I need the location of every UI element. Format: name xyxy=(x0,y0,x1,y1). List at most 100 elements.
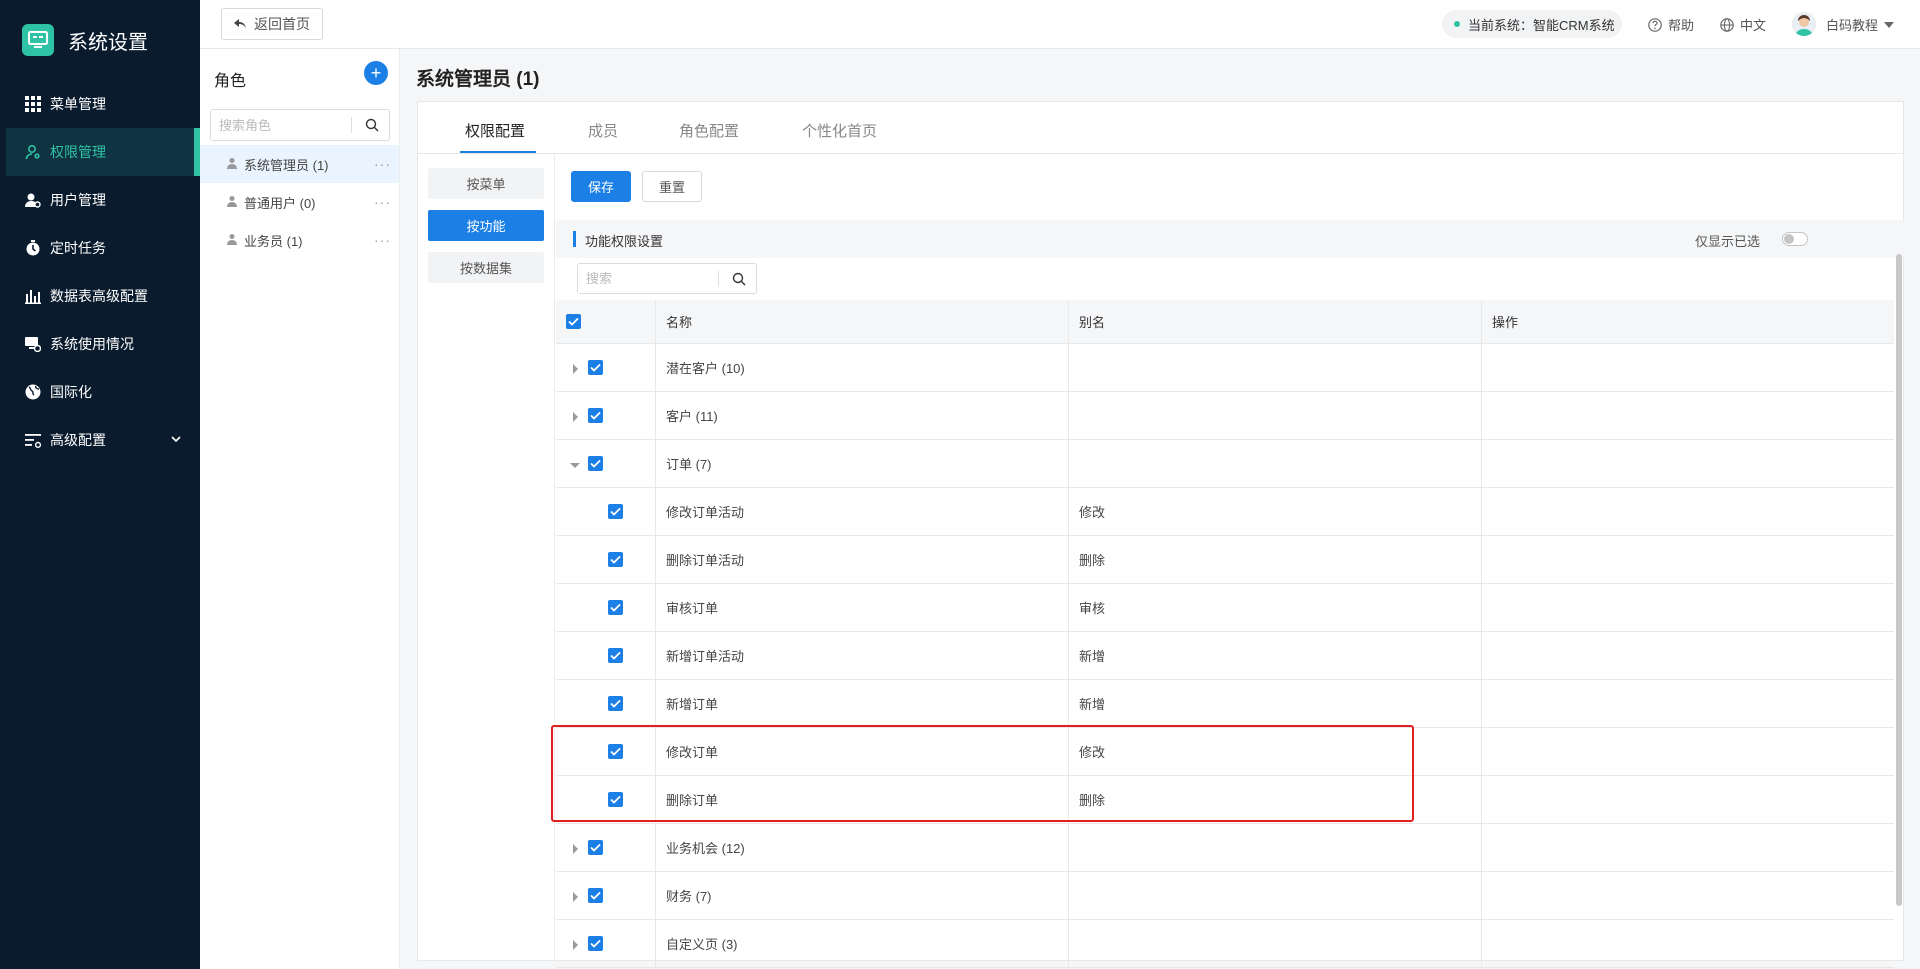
caret-right-icon[interactable] xyxy=(570,890,580,905)
search-icon[interactable] xyxy=(732,272,746,289)
sidebar-item-datatable[interactable]: 数据表高级配置 xyxy=(0,272,200,320)
user-name: 白码教程 xyxy=(1826,18,1879,33)
sidebar-item-advanced[interactable]: 高级配置 xyxy=(0,416,200,464)
column-header-name: 名称 xyxy=(656,300,1069,343)
more-icon[interactable]: ··· xyxy=(374,194,391,210)
tab-personal-home[interactable]: 个性化首页 xyxy=(802,120,877,141)
row-actions xyxy=(1482,824,1894,871)
row-name: 财务 (7) xyxy=(656,872,1069,919)
more-icon[interactable]: ··· xyxy=(374,232,391,248)
row-checkbox[interactable] xyxy=(588,456,603,471)
row-checkbox[interactable] xyxy=(588,936,603,951)
current-system-label: 当前系统：智能CRM系统 xyxy=(1468,17,1615,33)
user-key-icon xyxy=(24,143,42,161)
sidebar-item-usage[interactable]: 系统使用情况 xyxy=(0,320,200,368)
row-alias: 删除 xyxy=(1069,776,1482,823)
row-checkbox[interactable] xyxy=(608,648,623,663)
row-name: 订单 (7) xyxy=(656,440,1069,487)
show-selected-toggle[interactable] xyxy=(1782,232,1808,246)
row-checkbox[interactable] xyxy=(588,360,603,375)
row-select-cell xyxy=(556,680,656,727)
section-title: 功能权限设置 xyxy=(585,234,664,249)
caret-right-icon[interactable] xyxy=(570,842,580,857)
tab-permissions[interactable]: 权限配置 xyxy=(465,120,525,141)
user-menu[interactable]: 白码教程 xyxy=(1826,15,1900,34)
back-home-label: 返回首页 xyxy=(254,16,310,32)
language-switch[interactable]: 中文 xyxy=(1720,15,1766,34)
table-search-input[interactable] xyxy=(578,264,713,293)
role-label: 普通用户 (0) xyxy=(244,195,316,211)
role-item-admin[interactable]: 系统管理员 (1) ··· xyxy=(200,145,399,183)
subnav-by-function[interactable]: 按功能 xyxy=(428,210,544,241)
save-button[interactable]: 保存 xyxy=(571,171,631,202)
sliders-icon xyxy=(24,431,42,449)
row-actions xyxy=(1482,680,1894,727)
help-link[interactable]: 帮助 xyxy=(1648,15,1694,34)
role-label: 系统管理员 (1) xyxy=(244,157,329,173)
sidebar-item-label: 菜单管理 xyxy=(50,96,106,112)
caret-right-icon[interactable] xyxy=(570,362,580,377)
row-select-cell xyxy=(556,392,656,439)
row-select-cell xyxy=(556,872,656,919)
role-item-sales[interactable]: 业务员 (1) ··· xyxy=(200,221,399,259)
table-row: 财务 (7) xyxy=(556,872,1894,920)
role-item-user[interactable]: 普通用户 (0) ··· xyxy=(200,183,399,221)
tab-members[interactable]: 成员 xyxy=(588,120,618,141)
more-icon[interactable]: ··· xyxy=(374,156,391,172)
divider xyxy=(718,271,719,287)
row-name: 修改订单 xyxy=(656,728,1069,775)
sidebar-item-timer[interactable]: 定时任务 xyxy=(0,224,200,272)
back-home-button[interactable]: 返回首页 xyxy=(221,8,323,40)
row-checkbox[interactable] xyxy=(588,888,603,903)
tab-role-config[interactable]: 角色配置 xyxy=(679,120,739,141)
row-checkbox[interactable] xyxy=(608,792,623,807)
caret-right-icon[interactable] xyxy=(570,938,580,953)
sidebar-item-permissions[interactable]: 权限管理 xyxy=(6,128,200,176)
sidebar-item-label: 系统使用情况 xyxy=(50,336,134,352)
caret-right-icon[interactable] xyxy=(570,410,580,425)
subnav-by-menu[interactable]: 按菜单 xyxy=(428,168,544,199)
row-checkbox[interactable] xyxy=(588,408,603,423)
sidebar-item-i18n[interactable]: 国际化 xyxy=(0,368,200,416)
row-checkbox[interactable] xyxy=(608,744,623,759)
table-search xyxy=(577,263,757,294)
row-checkbox[interactable] xyxy=(608,552,623,567)
row-alias: 新增 xyxy=(1069,632,1482,679)
add-role-button[interactable]: + xyxy=(364,61,388,85)
tab-bar: 权限配置 成员 角色配置 个性化首页 xyxy=(418,102,1903,154)
sidebar-item-menu[interactable]: 菜单管理 xyxy=(0,80,200,128)
tab-underline xyxy=(460,151,536,153)
scrollbar[interactable] xyxy=(1896,254,1902,906)
table-row: 新增订单活动 新增 xyxy=(556,632,1894,680)
row-checkbox[interactable] xyxy=(608,696,623,711)
row-alias: 修改 xyxy=(1069,728,1482,775)
timer-icon xyxy=(24,239,42,257)
row-alias: 修改 xyxy=(1069,488,1482,535)
role-label: 业务员 (1) xyxy=(244,233,303,249)
search-icon[interactable] xyxy=(365,118,379,135)
row-name: 自定义页 (3) xyxy=(656,920,1069,967)
caret-down-icon xyxy=(1884,21,1895,28)
subnav-by-dataset[interactable]: 按数据集 xyxy=(428,252,544,283)
row-checkbox[interactable] xyxy=(608,504,623,519)
row-alias xyxy=(1069,872,1482,919)
caret-down-icon[interactable] xyxy=(570,458,580,473)
reset-button[interactable]: 重置 xyxy=(642,171,702,202)
table-row: 新增订单 新增 xyxy=(556,680,1894,728)
row-select-cell xyxy=(556,824,656,871)
sidebar-item-users[interactable]: 用户管理 xyxy=(0,176,200,224)
row-checkbox[interactable] xyxy=(608,600,623,615)
row-name: 客户 (11) xyxy=(656,392,1069,439)
select-all-checkbox[interactable] xyxy=(566,314,581,329)
row-checkbox[interactable] xyxy=(588,840,603,855)
role-search-input[interactable] xyxy=(211,110,346,140)
row-select-cell xyxy=(556,776,656,823)
row-name: 修改订单活动 xyxy=(656,488,1069,535)
row-select-cell xyxy=(556,536,656,583)
row-select-cell xyxy=(556,440,656,487)
row-name: 新增订单 xyxy=(656,680,1069,727)
current-system-badge[interactable]: 当前系统：智能CRM系统 xyxy=(1442,10,1622,38)
row-actions xyxy=(1482,776,1894,823)
avatar[interactable] xyxy=(1792,12,1816,36)
monitor-logo-icon xyxy=(22,24,54,56)
